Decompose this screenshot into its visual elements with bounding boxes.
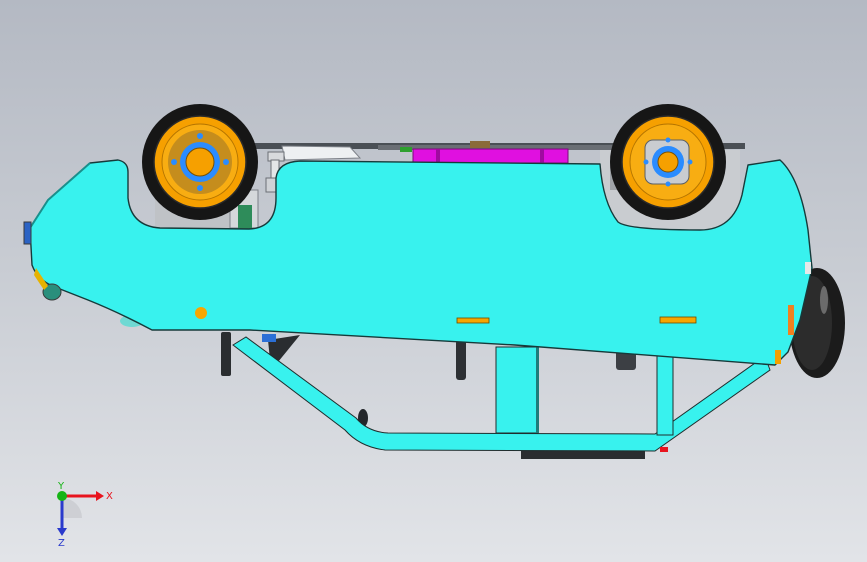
- y-axis-dot: [57, 491, 67, 501]
- z-axis-label: Z: [58, 538, 65, 548]
- triad-shadow: [62, 498, 82, 518]
- front-wheel[interactable]: [142, 104, 258, 220]
- x-axis-arrowhead: [96, 491, 104, 501]
- coordinate-triad: X Y Z: [57, 481, 113, 548]
- z-axis-arrowhead: [57, 528, 67, 536]
- y-axis-label: Y: [57, 481, 65, 492]
- vehicle-model-view[interactable]: [0, 0, 867, 562]
- rear-upper-wheel[interactable]: [610, 104, 726, 220]
- cad-graphics-viewport[interactable]: X Y Z: [0, 0, 867, 562]
- x-axis-label: X: [106, 491, 113, 502]
